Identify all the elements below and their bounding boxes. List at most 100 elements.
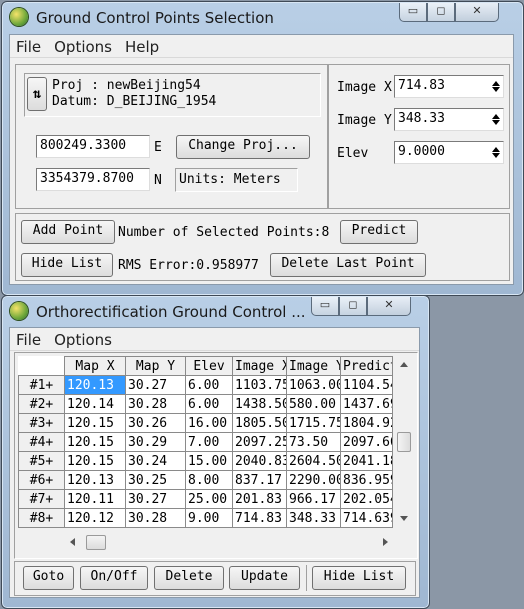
table-cell[interactable]: 1063.00 [286, 375, 341, 395]
delete-button[interactable]: Delete [154, 566, 224, 590]
row-header[interactable]: #5+ [18, 451, 65, 471]
table-cell[interactable]: 120.14 [64, 394, 126, 414]
table-cell[interactable]: 25.00 [185, 489, 233, 509]
column-header[interactable]: Predict [340, 356, 393, 376]
table-cell[interactable]: 30.28 [125, 508, 186, 528]
gcp-window-titlebar[interactable]: Ground Control Points Selection ▭ ◻ ✕ [2, 2, 523, 32]
table-cell[interactable]: 714.83 [232, 508, 287, 528]
elev-spinner-icon[interactable] [490, 144, 501, 161]
image-x-input[interactable]: 714.83 [394, 75, 504, 98]
table-cell[interactable]: 16.00 [185, 413, 233, 433]
table-row[interactable]: #3+ 120.15 30.26 16.00 1805.50 1715.75 1804.92 [18, 413, 393, 433]
table-cell[interactable]: 6.00 [185, 375, 233, 395]
table-row[interactable]: #8+ 120.12 30.28 9.00 714.83 348.33 714.639 [18, 508, 393, 528]
maximize-icon[interactable]: ◻ [339, 297, 367, 316]
easting-input[interactable]: 800249.3300 [36, 135, 150, 158]
minimize-icon[interactable]: ▭ [399, 3, 427, 22]
table-cell[interactable]: 1104.54 [340, 375, 393, 395]
table-cell[interactable]: 120.13 [64, 375, 126, 395]
column-header[interactable]: Image Y [286, 356, 341, 376]
table-row[interactable]: #5+ 120.15 30.24 15.00 2040.83 2604.50 2041.18 [18, 451, 393, 471]
table-cell[interactable]: 30.25 [125, 470, 186, 490]
row-header[interactable]: #1+ [18, 375, 65, 395]
table-row[interactable]: #1+ 120.13 30.27 6.00 1103.75 1063.00 1104.54 [18, 375, 393, 395]
table-cell[interactable]: 30.29 [125, 432, 186, 452]
table-row[interactable]: #4+ 120.15 30.29 7.00 2097.25 73.50 2097.66 [18, 432, 393, 452]
table-cell[interactable]: 1103.75 [232, 375, 287, 395]
column-header[interactable]: Map Y [125, 356, 186, 376]
scroll-up-icon[interactable] [400, 362, 408, 367]
table-row[interactable]: #7+ 120.11 30.27 25.00 201.83 966.17 202.054 [18, 489, 393, 509]
table-cell[interactable]: 1715.75 [286, 413, 341, 433]
table-cell[interactable]: 7.00 [185, 432, 233, 452]
table-cell[interactable]: 2097.66 [340, 432, 393, 452]
table-row[interactable]: #2+ 120.14 30.28 6.00 1438.50 580.00 1437.69 [18, 394, 393, 414]
table-cell[interactable]: 1437.69 [340, 394, 393, 414]
vertical-scrollbar[interactable] [396, 356, 413, 526]
close-icon[interactable]: ✕ [455, 3, 499, 22]
table-cell[interactable]: 348.33 [286, 508, 341, 528]
table-cell[interactable]: 9.00 [185, 508, 233, 528]
change-proj-button[interactable]: Change Proj... [176, 135, 310, 159]
predict-button[interactable]: Predict [340, 220, 418, 244]
table-row[interactable]: #6+ 120.13 30.25 8.00 837.17 2290.00 836.959 [18, 470, 393, 490]
table-cell[interactable]: 2290.00 [286, 470, 341, 490]
table-cell[interactable]: 2604.50 [286, 451, 341, 471]
maximize-icon[interactable]: ◻ [427, 3, 455, 22]
column-header[interactable]: Elev [185, 356, 233, 376]
menu-options[interactable]: Options [48, 35, 119, 57]
minimize-icon[interactable]: ▭ [311, 297, 339, 316]
row-header[interactable]: #4+ [18, 432, 65, 452]
table-cell[interactable]: 15.00 [185, 451, 233, 471]
add-point-button[interactable]: Add Point [21, 220, 115, 244]
menu-options[interactable]: Options [48, 328, 119, 350]
table-cell[interactable]: 120.12 [64, 508, 126, 528]
table-cell[interactable]: 30.24 [125, 451, 186, 471]
table-cell[interactable]: 836.959 [340, 470, 393, 490]
goto-button[interactable]: Goto [23, 566, 74, 590]
table-cell[interactable]: 8.00 [185, 470, 233, 490]
horizontal-scrollbar[interactable] [64, 534, 394, 551]
update-button[interactable]: Update [229, 566, 300, 590]
image-y-input[interactable]: 348.33 [394, 108, 504, 131]
table-cell[interactable]: 2040.83 [232, 451, 287, 471]
table-cell[interactable]: 120.15 [64, 432, 126, 452]
menu-help[interactable]: Help [119, 35, 166, 57]
table-cell[interactable]: 1438.50 [232, 394, 287, 414]
table-cell[interactable]: 202.054 [340, 489, 393, 509]
swap-projection-button[interactable]: ⇅ [27, 77, 47, 111]
table-cell[interactable]: 837.17 [232, 470, 287, 490]
image-x-spinner-icon[interactable] [490, 78, 501, 95]
ortho-window-titlebar[interactable]: Orthorectification Ground Control ... ▭ … [2, 296, 429, 326]
table-cell[interactable]: 966.17 [286, 489, 341, 509]
image-y-spinner-icon[interactable] [490, 111, 501, 128]
table-cell[interactable]: 120.13 [64, 470, 126, 490]
horizontal-scroll-thumb[interactable] [86, 535, 106, 550]
table-cell[interactable]: 1805.50 [232, 413, 287, 433]
close-icon[interactable]: ✕ [367, 297, 411, 316]
elev-input[interactable]: 9.0000 [394, 141, 504, 164]
row-header[interactable]: #3+ [18, 413, 65, 433]
northing-input[interactable]: 3354379.8700 [36, 168, 150, 191]
delete-last-point-button[interactable]: Delete Last Point [270, 253, 426, 277]
table-cell[interactable]: 30.27 [125, 375, 186, 395]
table-cell[interactable]: 2097.25 [232, 432, 287, 452]
scroll-down-icon[interactable] [400, 516, 408, 521]
row-header[interactable]: #8+ [18, 508, 65, 528]
table-cell[interactable]: 714.639 [340, 508, 393, 528]
scroll-right-icon[interactable] [383, 538, 388, 546]
table-cell[interactable]: 73.50 [286, 432, 341, 452]
table-cell[interactable]: 201.83 [232, 489, 287, 509]
table-cell[interactable]: 120.11 [64, 489, 126, 509]
hide-list-button[interactable]: Hide List [21, 253, 113, 277]
row-header[interactable]: #2+ [18, 394, 65, 414]
table-cell[interactable]: 120.15 [64, 451, 126, 471]
table-cell[interactable]: 120.15 [64, 413, 126, 433]
table-cell[interactable]: 6.00 [185, 394, 233, 414]
menu-file[interactable]: File [10, 328, 48, 350]
row-header[interactable]: #6+ [18, 470, 65, 490]
on-off-button[interactable]: On/Off [80, 566, 148, 590]
table-cell[interactable]: 580.00 [286, 394, 341, 414]
table-cell[interactable]: 2041.18 [340, 451, 393, 471]
menu-file[interactable]: File [10, 35, 48, 57]
